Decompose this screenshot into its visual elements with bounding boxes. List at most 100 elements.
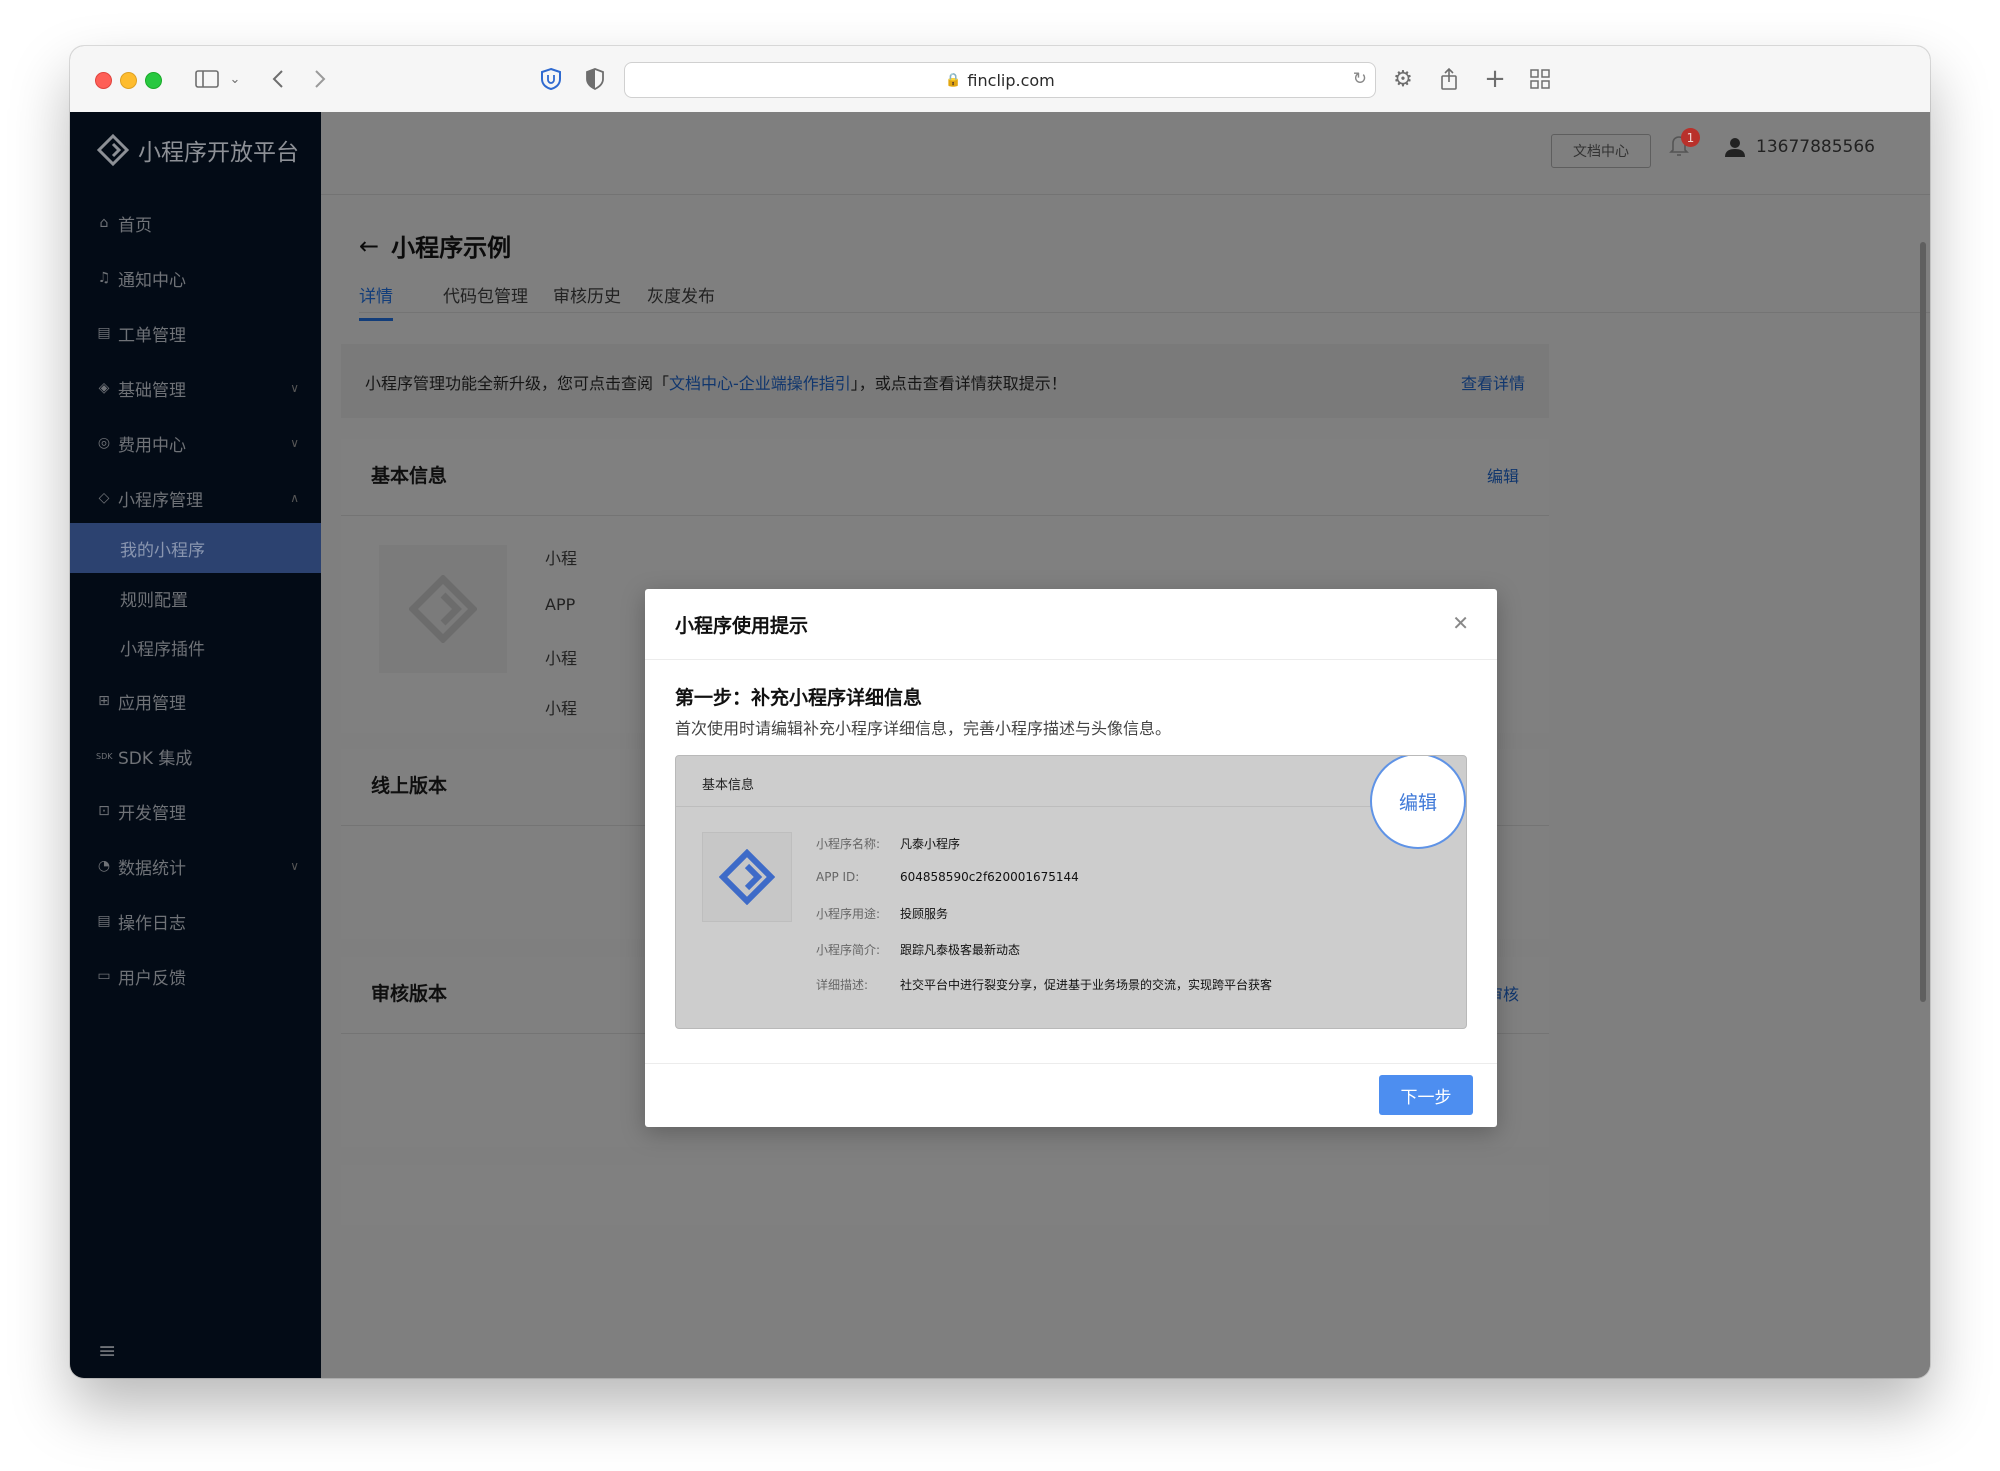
step-description: 首次使用时请编辑补充小程序详细信息，完善小程序描述与头像信息。 — [675, 719, 1172, 738]
share-icon[interactable] — [1436, 64, 1462, 94]
sidebar-item-dev-management[interactable]: ⊡ 开发管理 — [70, 784, 321, 838]
tab-code-packages[interactable]: 代码包管理 — [443, 282, 528, 307]
browser-toolbar: ⌄ 🔒 finclip.com ↻ ⚙ + — [70, 46, 1930, 113]
sidebar-item-home[interactable]: ⌂ 首页 — [70, 196, 321, 250]
preview-avatar — [702, 832, 792, 922]
tab-details[interactable]: 详情 — [359, 282, 393, 321]
field-label-usage: 小程 — [545, 649, 578, 668]
sidebar-item-label: 用户反馈 — [118, 968, 186, 989]
modal-title: 小程序使用提示 — [675, 615, 809, 637]
lock-icon: 🔒 — [945, 72, 962, 88]
zoom-window-button[interactable] — [145, 72, 162, 89]
tab-gray-release[interactable]: 灰度发布 — [647, 282, 715, 307]
user-avatar-icon — [1725, 138, 1745, 157]
tab-review-history[interactable]: 审核历史 — [553, 282, 621, 307]
sidebar-item-label: 开发管理 — [118, 803, 186, 824]
divider — [645, 659, 1497, 660]
back-arrow-icon[interactable]: ← — [359, 232, 379, 260]
field-value: 投顾服务 — [900, 907, 949, 921]
sidebar-item-my-miniprograms[interactable]: 我的小程序 — [70, 523, 321, 573]
sidebar-item-notifications[interactable]: ♫ 通知中心 — [70, 251, 321, 305]
browser-window: ⌄ 🔒 finclip.com ↻ ⚙ + 小程序开放平台 ⌂ 首页 ♫ 通知中… — [70, 46, 1930, 1378]
address-bar[interactable]: 🔒 finclip.com ↻ — [624, 62, 1376, 98]
ticket-icon: ▤ — [97, 325, 111, 341]
chevron-down-icon: ∨ — [290, 436, 299, 450]
sidebar-item-label: 数据统计 — [118, 858, 186, 879]
preview-field-appid: APP ID: 604858590c2f620001675144 — [816, 870, 1079, 884]
user-menu[interactable]: 13677885566 — [1724, 136, 1875, 158]
next-step-button[interactable]: 下一步 — [1379, 1075, 1473, 1115]
field-value: 604858590c2f620001675144 — [900, 870, 1079, 884]
sidebar-item-label: 操作日志 — [118, 913, 186, 934]
new-tab-plus-icon[interactable]: + — [1482, 64, 1508, 94]
sidebar-item-label: 应用管理 — [118, 693, 186, 714]
app-root: 小程序开放平台 ⌂ 首页 ♫ 通知中心 ▤ 工单管理 ◈ 基础管理 ∨ ◎ 费用… — [70, 112, 1930, 1378]
preview-field-name: 小程序名称: 凡泰小程序 — [816, 835, 960, 852]
preview-field-intro: 小程序简介: 跟踪凡泰极客最新动态 — [816, 941, 1020, 958]
home-icon: ⌂ — [99, 215, 109, 231]
tab-bar: 详情 代码包管理 审核历史 灰度发布 — [359, 262, 1930, 321]
brand-logo[interactable]: 小程序开放平台 — [96, 132, 299, 168]
preview-header: 基本信息 — [702, 778, 755, 793]
step-title: 第一步：补充小程序详细信息 — [675, 687, 923, 709]
code-icon: ⊡ — [98, 803, 110, 819]
miniprogram-logo-icon — [409, 575, 477, 643]
menu-collapse-icon[interactable]: ≡ — [98, 1339, 116, 1364]
highlighted-edit-button[interactable]: 编辑 — [1370, 756, 1466, 849]
privacy-icon[interactable] — [583, 64, 607, 94]
doc-guide-link[interactable]: 文档中心-企业端操作指引 — [669, 374, 851, 393]
field-value: 社交平台中进行裂变分享，促进基于业务场景的交流，实现跨平台获客 — [900, 978, 1273, 992]
sidebar-item-app-management[interactable]: ⊞ 应用管理 — [70, 674, 321, 728]
miniprogram-logo-icon — [719, 849, 775, 905]
divider — [645, 1063, 1497, 1064]
sidebar-item-basic-management[interactable]: ◈ 基础管理 ∨ — [70, 361, 321, 415]
notice-prefix: 小程序管理功能全新升级，您可点击查阅「 — [365, 374, 670, 393]
field-key: 小程序简介: — [816, 943, 881, 957]
shield-icon[interactable] — [538, 64, 564, 94]
miniprogram-icon: ◇ — [98, 490, 110, 506]
back-icon[interactable] — [268, 64, 288, 94]
sidebar-item-label: SDK 集成 — [118, 748, 193, 769]
bell-icon: ♫ — [97, 270, 111, 286]
chevron-down-icon[interactable]: ⌄ — [227, 64, 243, 94]
brand-diamond-icon — [96, 133, 130, 167]
preview-field-description: 详细描述: 社交平台中进行裂变分享，促进基于业务场景的交流，实现跨平台获客 — [816, 976, 1272, 993]
notification-badge: 1 — [1681, 128, 1700, 147]
sidebar-item-sdk[interactable]: SDK SDK 集成 — [70, 729, 321, 783]
chart-icon: ◔ — [97, 858, 111, 874]
tab-overview-icon[interactable] — [1527, 64, 1553, 94]
chevron-down-icon: ∨ — [290, 381, 299, 395]
sidebar-toggle-icon[interactable] — [192, 64, 222, 94]
online-version-title: 线上版本 — [371, 775, 448, 797]
sdk-icon: SDK — [96, 751, 113, 761]
scrollbar[interactable] — [1920, 242, 1926, 1002]
sidebar-item-label: 规则配置 — [120, 590, 188, 611]
layers-icon: ◈ — [98, 380, 110, 396]
field-key: 小程序名称: — [816, 837, 881, 851]
view-details-link[interactable]: 查看详情 — [1461, 370, 1525, 394]
sidebar-item-label: 费用中心 — [118, 435, 186, 456]
sidebar-item-feedback[interactable]: ▭ 用户反馈 — [70, 949, 321, 1003]
forward-icon[interactable] — [310, 64, 330, 94]
close-window-button[interactable] — [95, 72, 112, 89]
miniprogram-avatar — [379, 545, 507, 673]
sidebar-item-tickets[interactable]: ▤ 工单管理 — [70, 306, 321, 360]
sidebar: 小程序开放平台 ⌂ 首页 ♫ 通知中心 ▤ 工单管理 ◈ 基础管理 ∨ ◎ 费用… — [70, 112, 321, 1378]
sidebar-item-billing[interactable]: ◎ 费用中心 ∨ — [70, 416, 321, 470]
sidebar-item-operation-log[interactable]: ▤ 操作日志 — [70, 894, 321, 948]
sidebar-item-label: 小程序插件 — [120, 639, 205, 660]
minimize-window-button[interactable] — [120, 72, 137, 89]
chevron-down-icon: ∨ — [290, 859, 299, 873]
sidebar-item-label: 基础管理 — [118, 380, 186, 401]
sidebar-item-miniprogram-plugins[interactable]: 小程序插件 — [70, 623, 321, 671]
sidebar-item-label: 工单管理 — [118, 325, 186, 346]
settings-gear-icon[interactable]: ⚙ — [1390, 64, 1416, 94]
reload-icon[interactable]: ↻ — [1353, 69, 1367, 89]
field-label-appid: APP — [545, 595, 576, 614]
sidebar-item-miniprogram-management[interactable]: ◇ 小程序管理 ∧ — [70, 471, 321, 525]
sidebar-item-rule-config[interactable]: 规则配置 — [70, 574, 321, 622]
close-icon[interactable]: ✕ — [1452, 611, 1469, 635]
basic-info-edit-link[interactable]: 编辑 — [1487, 463, 1519, 487]
doc-center-button[interactable]: 文档中心 — [1551, 134, 1651, 168]
sidebar-item-statistics[interactable]: ◔ 数据统计 ∨ — [70, 839, 321, 893]
